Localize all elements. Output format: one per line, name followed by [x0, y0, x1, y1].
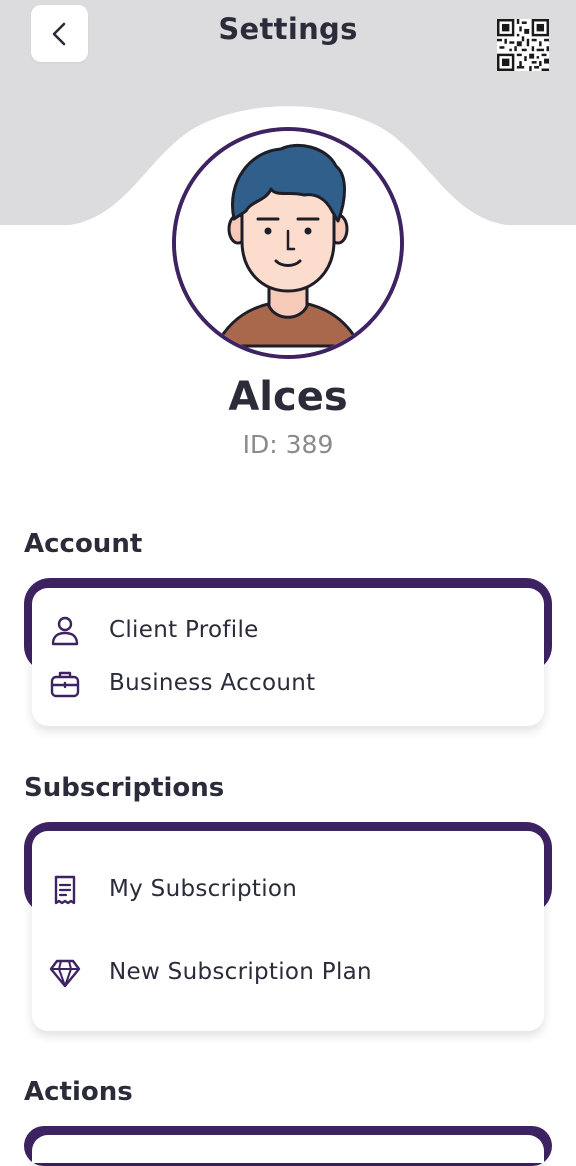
- menu-item-label: New Subscription Plan: [109, 959, 372, 985]
- subscriptions-card: My Subscription New Subscription Plan: [32, 831, 544, 1031]
- section-title-actions: Actions: [24, 1077, 133, 1107]
- menu-item-my-subscription[interactable]: My Subscription: [32, 864, 544, 914]
- diamond-icon: [48, 956, 82, 990]
- briefcase-icon: [48, 667, 82, 701]
- actions-card: [32, 1135, 544, 1163]
- qr-code-icon[interactable]: [497, 19, 549, 71]
- page-title: Settings: [218, 12, 358, 46]
- menu-item-new-subscription-plan[interactable]: New Subscription Plan: [32, 947, 544, 997]
- menu-item-client-profile[interactable]: Client Profile: [32, 605, 544, 655]
- avatar[interactable]: [172, 127, 404, 359]
- menu-item-label: Business Account: [109, 670, 316, 696]
- profile-name: Alces: [228, 374, 348, 420]
- section-title-account: Account: [24, 529, 143, 559]
- receipt-icon: [48, 873, 82, 907]
- user-avatar-illustration: [176, 131, 400, 355]
- account-card: Client Profile Business Account: [32, 588, 544, 726]
- menu-item-label: My Subscription: [109, 876, 298, 902]
- menu-item-business-account[interactable]: Business Account: [32, 658, 544, 708]
- section-title-subscriptions: Subscriptions: [24, 773, 225, 803]
- profile-id: ID: 389: [242, 430, 334, 459]
- menu-item-label: Client Profile: [109, 617, 259, 643]
- user-icon: [48, 614, 82, 648]
